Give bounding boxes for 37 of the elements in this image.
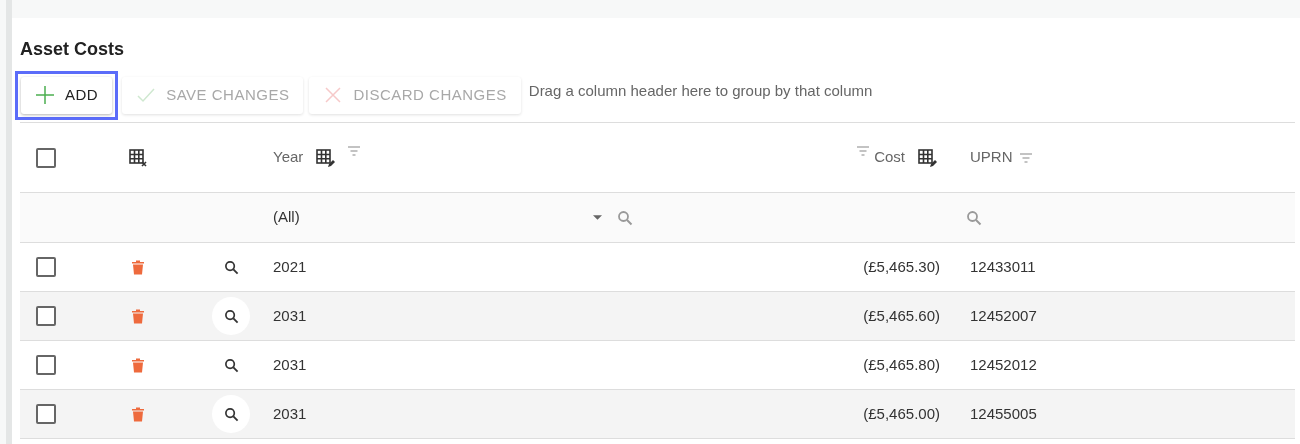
table-cell-text: 2031 <box>272 354 308 375</box>
table-cell-text: 2031 <box>272 403 308 424</box>
table-cell-text: (£5,465.00) <box>862 403 941 424</box>
delete-icon[interactable] <box>131 308 144 324</box>
delete-icon[interactable] <box>131 357 144 373</box>
table-cell-text: (£5,465.60) <box>862 305 941 326</box>
table-cell-text: 12452012 <box>969 354 1038 375</box>
checkbox[interactable] <box>36 404 56 424</box>
table-cell-text: (£5,465.80) <box>862 354 941 375</box>
table-cell-text: 12455005 <box>969 403 1038 424</box>
table-cell-text: 2031 <box>272 305 308 326</box>
section-title: Asset Costs <box>20 38 126 61</box>
caret-icon <box>593 215 602 220</box>
table-edit-icon[interactable] <box>917 147 937 168</box>
table-cell-text: 12433011 <box>969 256 1037 277</box>
search-icon[interactable] <box>223 406 239 422</box>
column-header[interactable]: Year <box>273 146 304 169</box>
table-clear-icon[interactable] <box>127 147 148 168</box>
plus-icon <box>35 85 55 105</box>
group-hint: Drag a column header here to group by that column <box>528 80 873 101</box>
checkbox[interactable] <box>36 355 56 375</box>
table-edit-icon[interactable] <box>315 147 336 168</box>
column-header[interactable]: Cost <box>874 146 905 169</box>
checkbox[interactable] <box>36 147 56 168</box>
checkbox[interactable] <box>36 306 56 326</box>
search-icon[interactable] <box>223 308 239 324</box>
close-icon <box>323 85 344 105</box>
add-button[interactable]: ADD <box>21 76 113 114</box>
table-cell-text: 2021 <box>272 256 308 277</box>
column-header[interactable]: UPRN <box>970 146 1013 169</box>
table-cell-text: 12452007 <box>969 305 1038 326</box>
delete-icon[interactable] <box>131 406 144 422</box>
delete-icon[interactable] <box>131 259 144 275</box>
search-icon[interactable] <box>223 357 239 373</box>
search-icon[interactable] <box>223 259 239 275</box>
table-cell-text: (£5,465.30) <box>862 256 941 277</box>
checkbox[interactable] <box>36 257 56 277</box>
